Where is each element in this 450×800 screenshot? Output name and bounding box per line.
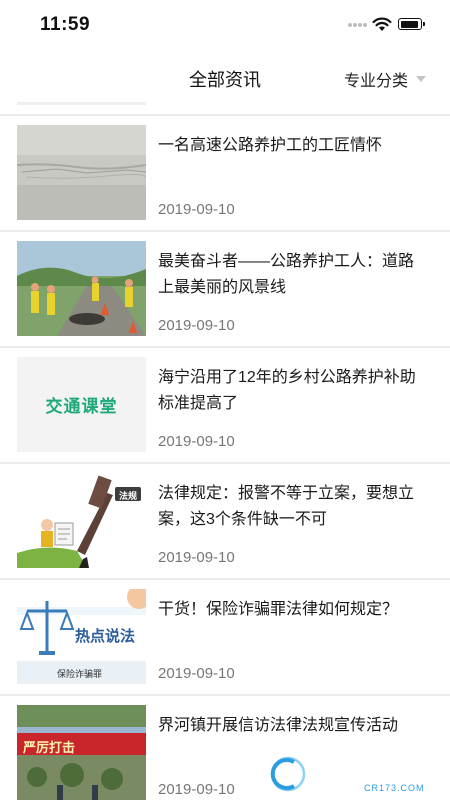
- news-date: 2019-09-10: [158, 433, 235, 450]
- status-bar: 11:59: [0, 0, 450, 50]
- news-title: 界河镇开展信访法律法规宣传活动: [158, 717, 399, 734]
- news-title: 干货！保险诈骗罪法律如何规定？: [158, 601, 399, 618]
- news-item[interactable]: 交通课堂 海宁沿用了12年的乡村公路养护补助标准提高了 2019-09-10: [0, 348, 450, 464]
- news-thumbnail: [17, 125, 146, 220]
- previous-thumbnail-edge: [17, 102, 146, 105]
- traffic-class-logo: 交通课堂: [45, 397, 118, 416]
- news-thumbnail: 严厉打击: [17, 705, 146, 800]
- news-thumbnail: 法规: [17, 473, 146, 568]
- wifi-icon: [372, 17, 392, 31]
- nav-header: 全部资讯 专业分类: [0, 50, 450, 104]
- news-date: 2019-09-10: [158, 665, 235, 682]
- news-date: 2019-09-10: [158, 317, 235, 334]
- news-item[interactable]: 最美奋斗者——公路养护工人：道路上最美丽的风景线 2019-09-10: [0, 232, 450, 348]
- news-thumbnail: 热点说法 保险诈骗罪: [17, 589, 146, 684]
- road-workers-image: [17, 241, 146, 336]
- news-date: 2019-09-10: [158, 781, 235, 798]
- news-title: 法律规定：报警不等于立案，要想立案，这3个条件缺一不可: [158, 485, 415, 528]
- news-thumbnail: [17, 241, 146, 336]
- dropdown-arrow-icon: [416, 76, 427, 82]
- news-date: 2019-09-10: [158, 549, 235, 566]
- news-title: 海宁沿用了12年的乡村公路养护补助标准提高了: [158, 369, 416, 412]
- banner-text: 严厉打击: [23, 740, 76, 755]
- watermark-logo: 西西软件园 CR173.COM: [264, 752, 450, 796]
- news-title: 一名高速公路养护工的工匠情怀: [158, 137, 383, 154]
- news-item[interactable]: 一名高速公路养护工的工匠情怀 2019-09-10: [0, 116, 450, 232]
- watermark-url: CR173.COM: [364, 783, 425, 793]
- insurance-fraud-text: 保险诈骗罪: [57, 669, 103, 679]
- news-item[interactable]: 热点说法 保险诈骗罪 干货！保险诈骗罪法律如何规定？ 2019-09-10: [0, 580, 450, 696]
- news-title: 最美奋斗者——公路养护工人：道路上最美丽的风景线: [158, 253, 415, 296]
- news-item[interactable]: 法规 法律规定：报警不等于立案，要想立案，这3个条件缺一不可 2019-09-1…: [0, 464, 450, 580]
- status-time: 11:59: [40, 14, 91, 35]
- road-crack-image: [17, 125, 146, 220]
- battery-icon: [398, 18, 425, 30]
- category-filter-button[interactable]: 专业分类: [344, 67, 427, 91]
- law-seal-text: 法规: [119, 491, 138, 501]
- news-thumbnail: 交通课堂: [17, 357, 146, 452]
- signal-icon: [348, 23, 368, 29]
- law-cartoon-image: [17, 473, 146, 568]
- category-filter-label: 专业分类: [344, 73, 409, 90]
- hot-topic-text: 热点说法: [75, 628, 136, 645]
- news-date: 2019-09-10: [158, 201, 235, 218]
